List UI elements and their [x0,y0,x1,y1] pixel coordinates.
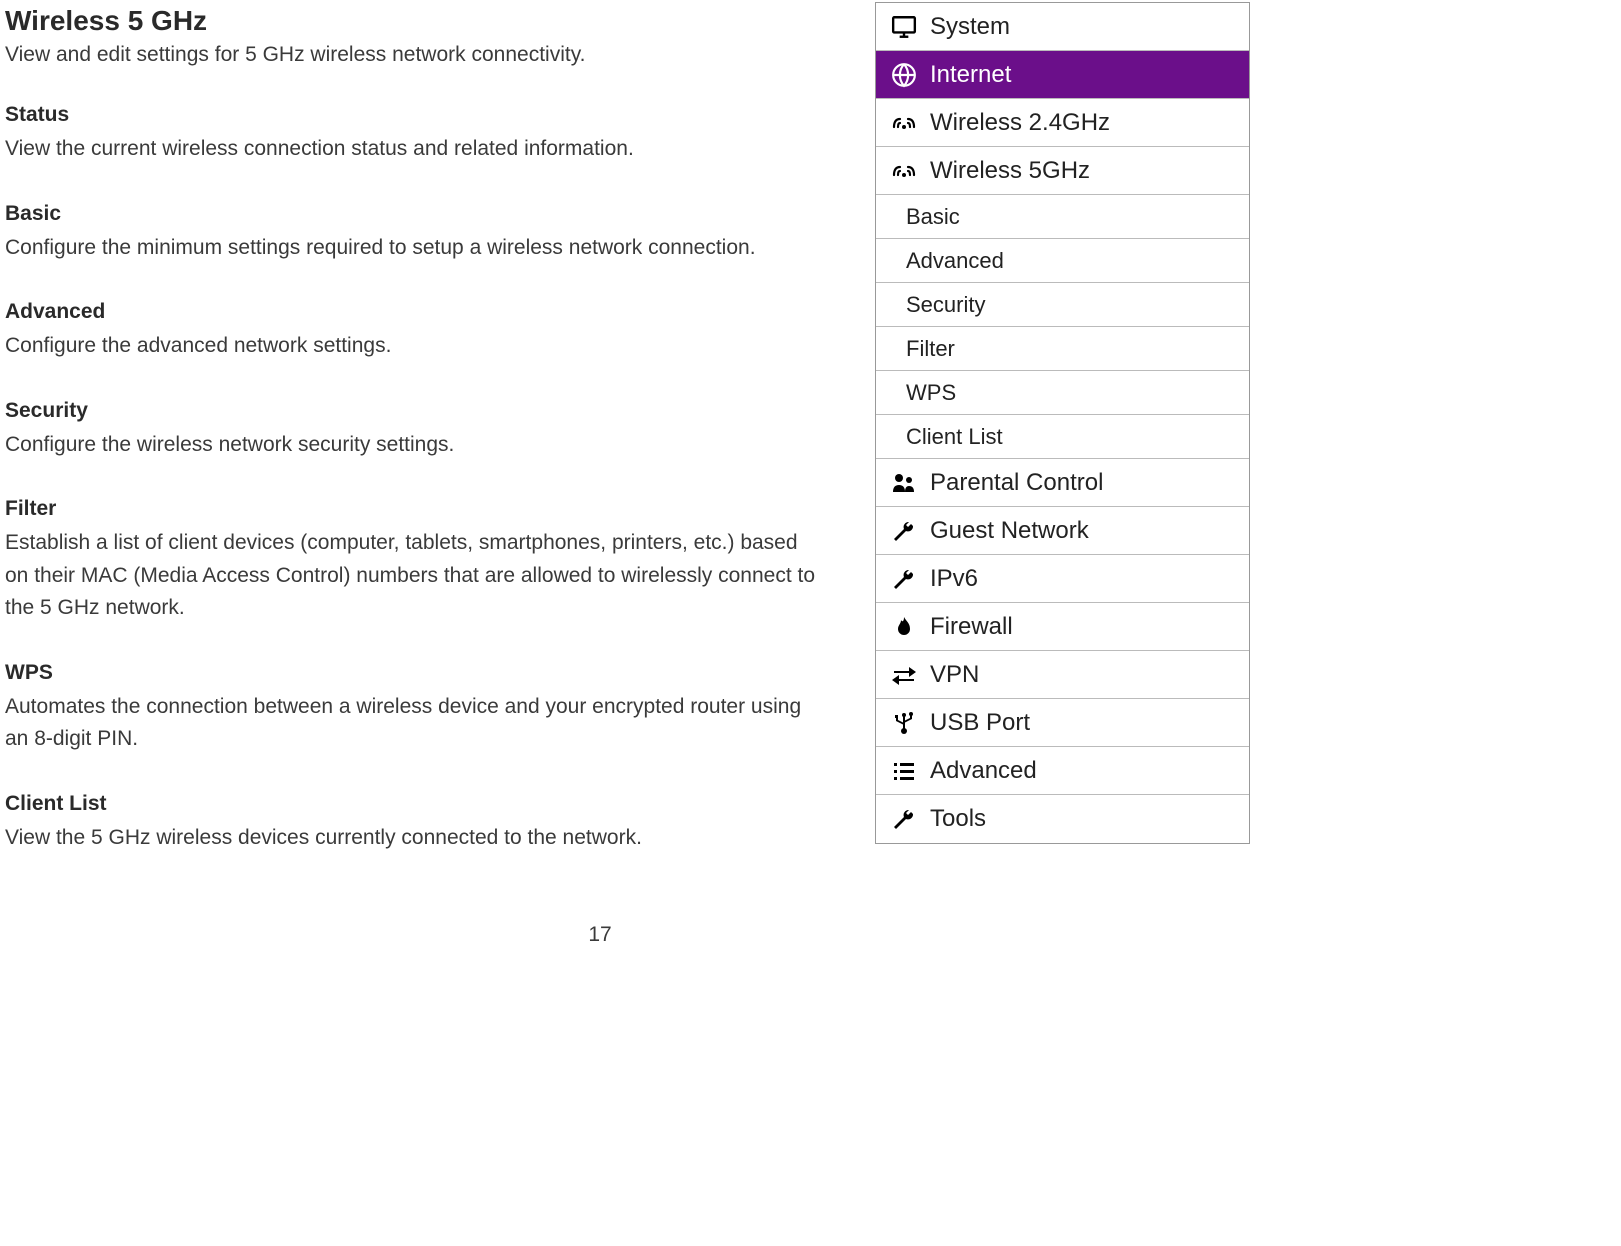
subnav-item-basic[interactable]: Basic [876,195,1249,239]
nav-label: IPv6 [922,565,978,593]
page-subtitle: View and edit settings for 5 GHz wireles… [5,43,820,67]
nav-label: Wireless 5GHz [922,157,1090,185]
section-desc: Configure the advanced network settings. [5,330,820,363]
section-title: Filter [5,497,820,521]
section-basic: Basic Configure the minimum settings req… [5,202,820,265]
subnav-label: WPS [906,380,956,406]
swap-icon [886,664,922,686]
nav-item-wireless-24[interactable]: Wireless 2.4GHz [876,99,1249,147]
nav-item-internet[interactable]: Internet [876,51,1249,99]
wrench-icon [886,519,922,543]
nav-item-firewall[interactable]: Firewall [876,603,1249,651]
section-advanced: Advanced Configure the advanced network … [5,300,820,363]
section-filter: Filter Establish a list of client device… [5,497,820,625]
sidebar-nav: System Internet Wireless 2.4GHz [875,2,1250,844]
nav-item-parental[interactable]: Parental Control [876,459,1249,507]
nav-label: Internet [922,61,1011,89]
nav-label: Guest Network [922,517,1089,545]
nav-item-advanced[interactable]: Advanced [876,747,1249,795]
people-icon [886,472,922,494]
section-desc: Configure the minimum settings required … [5,232,820,265]
nav-label: Parental Control [922,469,1103,497]
nav-item-system[interactable]: System [876,3,1249,51]
section-desc: Configure the wireless network security … [5,429,820,462]
nav-item-guest[interactable]: Guest Network [876,507,1249,555]
fire-icon [886,615,922,639]
nav-label: System [922,13,1010,41]
wifi-icon [886,161,922,181]
section-desc: Automates the connection between a wirel… [5,691,820,756]
globe-icon [886,62,922,88]
nav-label: Wireless 2.4GHz [922,109,1110,137]
section-security: Security Configure the wireless network … [5,399,820,462]
main-content: Wireless 5 GHz View and edit settings fo… [0,0,820,890]
subnav-item-filter[interactable]: Filter [876,327,1249,371]
section-title: Security [5,399,820,423]
nav-label: Tools [922,805,986,833]
section-desc: Establish a list of client devices (comp… [5,527,820,625]
subnav-label: Basic [906,204,960,230]
page-number: 17 [0,923,1200,947]
section-wps: WPS Automates the connection between a w… [5,661,820,756]
usb-icon [886,711,922,735]
nav-label: USB Port [922,709,1030,737]
nav-item-wireless-5[interactable]: Wireless 5GHz [876,147,1249,195]
section-title: Advanced [5,300,820,324]
subnav: Basic Advanced Security Filter WPS Clien… [876,195,1249,459]
nav-item-vpn[interactable]: VPN [876,651,1249,699]
subnav-label: Security [906,292,985,318]
monitor-icon [886,14,922,40]
section-desc: View the 5 GHz wireless devices currentl… [5,822,820,855]
section-title: Status [5,103,820,127]
subnav-item-advanced[interactable]: Advanced [876,239,1249,283]
page-title: Wireless 5 GHz [5,5,820,37]
subnav-label: Advanced [906,248,1004,274]
wrench-icon [886,807,922,831]
subnav-item-client-list[interactable]: Client List [876,415,1249,459]
subnav-item-security[interactable]: Security [876,283,1249,327]
nav-item-usb[interactable]: USB Port [876,699,1249,747]
section-client-list: Client List View the 5 GHz wireless devi… [5,792,820,855]
subnav-label: Client List [906,424,1003,450]
wifi-icon [886,113,922,133]
nav-label: Advanced [922,757,1037,785]
section-title: WPS [5,661,820,685]
nav-item-ipv6[interactable]: IPv6 [876,555,1249,603]
section-desc: View the current wireless connection sta… [5,133,820,166]
wrench-icon [886,567,922,591]
section-title: Basic [5,202,820,226]
section-status: Status View the current wireless connect… [5,103,820,166]
list-icon [886,760,922,782]
subnav-item-wps[interactable]: WPS [876,371,1249,415]
nav-label: VPN [922,661,979,689]
section-title: Client List [5,792,820,816]
nav-item-tools[interactable]: Tools [876,795,1249,843]
nav-label: Firewall [922,613,1013,641]
subnav-label: Filter [906,336,955,362]
